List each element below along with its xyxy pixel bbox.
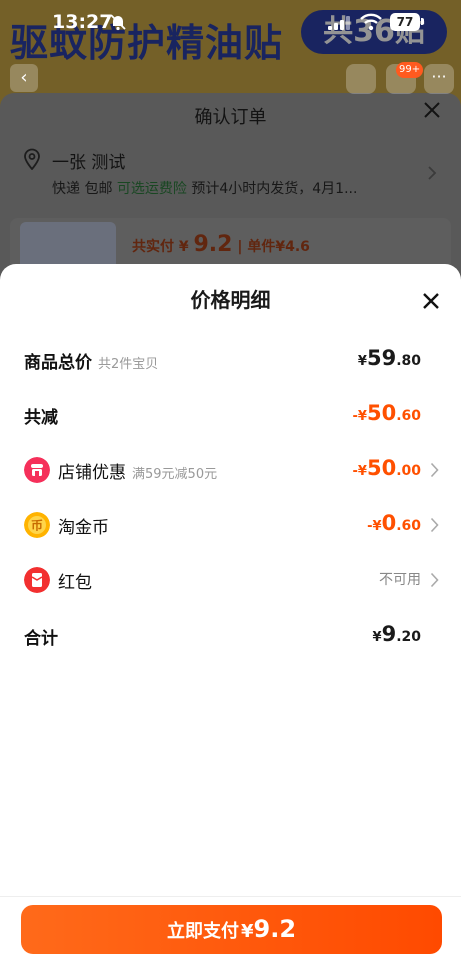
value-int: 9: [381, 622, 397, 646]
row-value: ¥9.20: [373, 622, 421, 646]
coin-icon: 币: [24, 512, 50, 538]
row-value: -¥0.60: [367, 511, 421, 535]
row-label: 红包: [58, 573, 92, 593]
price-row-total: 合计 ¥9.20: [0, 616, 461, 656]
row-value: -¥50.60: [353, 401, 422, 425]
price-row-subtotal: 商品总价 共2件宝贝 ¥59.80: [0, 340, 461, 380]
currency: ¥: [372, 630, 382, 645]
row-value: ¥59.80: [358, 346, 421, 370]
close-icon[interactable]: [420, 290, 442, 312]
pay-currency: ¥: [240, 921, 254, 942]
red-envelope-icon: [24, 567, 50, 593]
currency: -¥: [352, 464, 367, 479]
currency: -¥: [367, 519, 382, 534]
price-row-store-discount[interactable]: 店铺优惠 满59元减50元 -¥50.00: [0, 450, 461, 490]
value-dec: .20: [396, 629, 421, 645]
divider: [0, 896, 461, 897]
row-label: 共减: [24, 408, 58, 428]
value-int: 50: [366, 401, 397, 425]
bell-muted-icon: [110, 14, 126, 31]
value-dec: .80: [396, 353, 421, 369]
row-value: -¥50.00: [353, 456, 422, 480]
pay-label: 立即支付: [166, 921, 239, 942]
price-row-total-discount: 共减 -¥50.60: [0, 395, 461, 435]
cart-badge: 99+: [396, 62, 424, 78]
row-label: 合计: [24, 629, 58, 649]
pay-now-button[interactable]: 立即支付 ¥9.2: [21, 905, 442, 954]
price-row-red-envelope[interactable]: 红包 不可用: [0, 560, 461, 600]
value-dec: .60: [396, 518, 421, 534]
row-sub: 满59元减50元: [132, 467, 218, 482]
back-button[interactable]: ‹: [10, 64, 38, 92]
value-int: 0: [381, 511, 397, 535]
battery-tip: [421, 18, 424, 25]
sheet-title: 价格明细: [190, 288, 271, 312]
status-bar: 13:27 77: [0, 0, 461, 46]
chevron-right-icon: [430, 517, 439, 533]
status-time: 13:27: [52, 11, 113, 33]
battery-indicator: 77: [390, 13, 420, 31]
chevron-right-icon: [430, 572, 439, 588]
share-button[interactable]: [346, 64, 376, 94]
value-int: 50: [366, 456, 397, 480]
chevron-right-icon: [430, 462, 439, 478]
value-dec: .00: [396, 463, 421, 479]
price-row-taojinbi[interactable]: 币 淘金币 -¥0.60: [0, 505, 461, 545]
cellular-signal-icon: [328, 16, 350, 30]
currency: ¥: [357, 354, 367, 369]
currency: -¥: [352, 409, 367, 424]
row-label: 淘金币: [58, 518, 109, 538]
row-value-unavailable: 不可用: [379, 572, 421, 588]
value-dec: .60: [396, 408, 421, 424]
pay-amount: 9.2: [253, 915, 297, 943]
value-int: 59: [366, 346, 397, 370]
store-icon: [24, 457, 50, 483]
row-label: 商品总价 共2件宝贝: [24, 348, 158, 373]
wifi-icon: [360, 13, 382, 31]
svg-text:币: 币: [31, 519, 43, 533]
more-button[interactable]: ···: [424, 64, 454, 94]
row-label-text: 店铺优惠: [58, 463, 126, 483]
row-label: 店铺优惠 满59元减50元: [58, 458, 217, 483]
price-detail-sheet: 价格明细 商品总价 共2件宝贝 ¥59.80 共减 -¥50.60 店铺优惠 满59…: [0, 264, 461, 955]
row-sub: 共2件宝贝: [98, 357, 159, 372]
row-label-text: 商品总价: [24, 353, 92, 373]
